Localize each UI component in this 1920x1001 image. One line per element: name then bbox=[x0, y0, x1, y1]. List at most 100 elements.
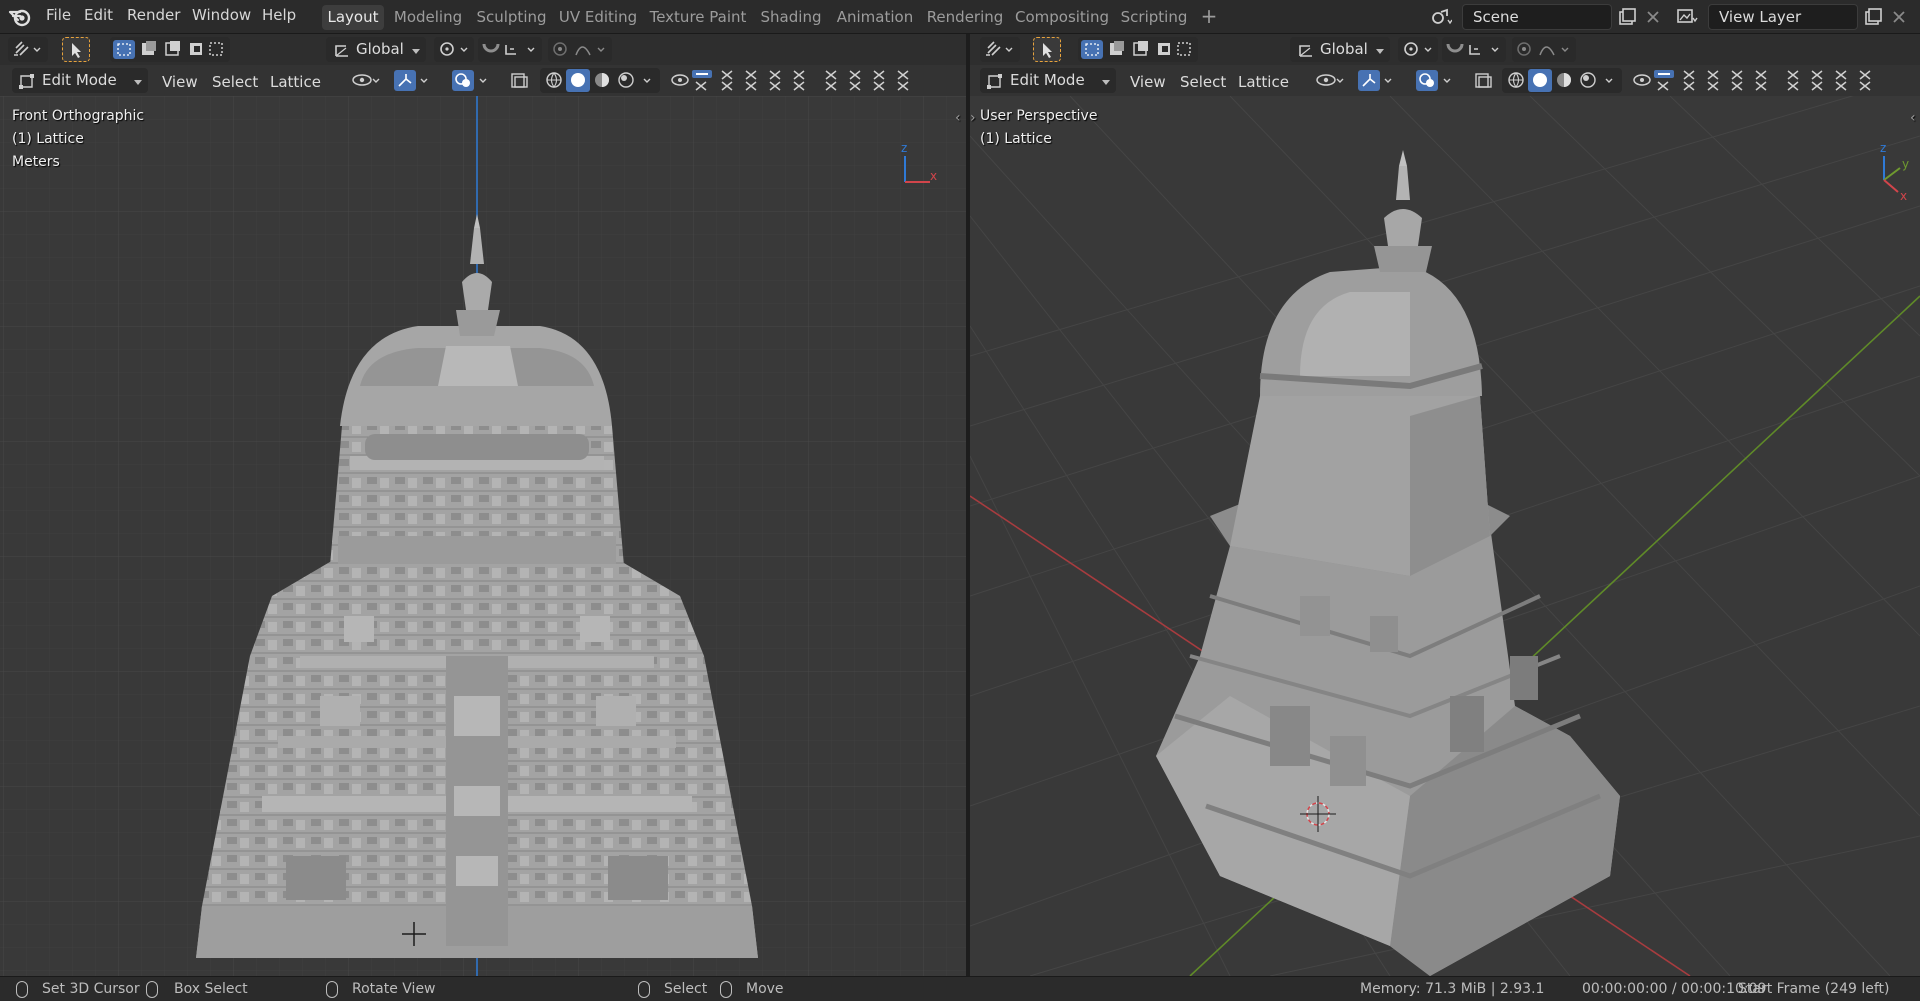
menu-view[interactable]: View bbox=[1130, 73, 1166, 91]
status-drag: Box Select bbox=[174, 981, 248, 997]
gizmo-x-label: x bbox=[930, 169, 937, 183]
rendered-shading-icon bbox=[1580, 72, 1596, 88]
expand-sidebar-arrow-icon[interactable]: › bbox=[970, 110, 976, 126]
lattice-display-toggles[interactable] bbox=[668, 68, 958, 93]
collapse-sidebar-arrow-icon[interactable]: ‹ bbox=[955, 110, 961, 126]
tab-rendering[interactable]: Rendering bbox=[925, 5, 1005, 30]
proportional-edit-icon bbox=[1517, 42, 1569, 56]
shading-mode-group[interactable] bbox=[540, 68, 660, 93]
orientation-label: Global bbox=[356, 40, 404, 58]
snap-group[interactable] bbox=[1442, 37, 1506, 62]
menu-help[interactable]: Help bbox=[260, 6, 298, 24]
scene-field[interactable]: Scene bbox=[1462, 4, 1612, 30]
axis-gizmo[interactable]: z y x bbox=[1880, 141, 1909, 203]
select-tool-button[interactable] bbox=[1033, 37, 1061, 62]
status-left-click: Set 3D Cursor bbox=[42, 981, 140, 997]
proportional-edit-group[interactable] bbox=[1512, 37, 1576, 62]
viewport-user-perspective[interactable]: Global Edit Mode View Select Lattice z y… bbox=[970, 34, 1920, 976]
menu-edit[interactable]: Edit bbox=[82, 6, 115, 24]
close-scene-icon[interactable] bbox=[1642, 6, 1664, 28]
temple-model-perspective bbox=[1156, 150, 1620, 976]
new-view-layer-icon[interactable] bbox=[1862, 6, 1884, 28]
proportional-edit-icon bbox=[553, 42, 605, 56]
viewport-header: Edit Mode View Select Lattice bbox=[970, 65, 1920, 96]
orientation-label: Global bbox=[1320, 40, 1368, 58]
object-label: (1) Lattice bbox=[12, 131, 84, 147]
view-layer-field[interactable]: View Layer bbox=[1708, 4, 1858, 30]
mouse-left-icon bbox=[16, 981, 28, 998]
add-workspace-button[interactable]: + bbox=[1198, 5, 1220, 30]
wireframe-shading-icon bbox=[546, 72, 562, 88]
rendered-shading-icon bbox=[618, 72, 634, 88]
menu-lattice[interactable]: Lattice bbox=[270, 73, 321, 91]
object-label: (1) Lattice bbox=[980, 131, 1052, 147]
overlay-toggles[interactable] bbox=[1314, 68, 1494, 93]
shading-mode-group[interactable] bbox=[1502, 68, 1622, 93]
viewport-header: Edit Mode View Select Lattice bbox=[0, 65, 966, 96]
tool-header: Global bbox=[970, 34, 1920, 65]
gizmo-z-label: z bbox=[1880, 141, 1886, 155]
tab-animation[interactable]: Animation bbox=[834, 5, 916, 30]
mouse-left-select-icon bbox=[638, 981, 650, 998]
proportional-edit-group[interactable] bbox=[548, 37, 612, 62]
visibility-icon bbox=[352, 74, 380, 86]
eye-icon bbox=[1633, 74, 1651, 86]
tab-compositing[interactable]: Compositing bbox=[1014, 5, 1110, 30]
scene-icon[interactable] bbox=[1430, 6, 1452, 28]
snap-group[interactable] bbox=[478, 37, 542, 62]
pivot-icon bbox=[1404, 42, 1432, 56]
gizmo-z-label: z bbox=[901, 141, 907, 155]
tab-modeling[interactable]: Modeling bbox=[393, 5, 463, 30]
menu-render[interactable]: Render bbox=[125, 6, 182, 24]
tab-uv-editing[interactable]: UV Editing bbox=[558, 5, 638, 30]
tab-layout[interactable]: Layout bbox=[322, 5, 384, 30]
select-tool-button[interactable] bbox=[62, 37, 90, 62]
perspective-view-canvas[interactable]: z y x bbox=[970, 96, 1920, 976]
selection-mode-group bbox=[110, 37, 230, 62]
units-label: Meters bbox=[12, 154, 60, 170]
cursor-arrow-icon bbox=[72, 43, 81, 58]
editor-type-button[interactable] bbox=[980, 37, 1020, 62]
viewport-front-orthographic[interactable]: Global Edit Mode View Select Lattice z x… bbox=[0, 34, 966, 976]
pivot-point-dropdown[interactable] bbox=[434, 37, 474, 62]
mode-label: Edit Mode bbox=[1010, 71, 1085, 89]
axis-editor-icon bbox=[986, 41, 1013, 56]
tab-scripting[interactable]: Scripting bbox=[1118, 5, 1190, 30]
chevron-down-icon bbox=[134, 80, 142, 85]
pivot-icon bbox=[440, 42, 468, 56]
menu-file[interactable]: File bbox=[44, 6, 73, 24]
blender-logo-icon[interactable] bbox=[8, 6, 32, 28]
new-scene-icon[interactable] bbox=[1616, 6, 1638, 28]
memory-readout: Memory: 71.3 MiB | 2.93.1 bbox=[1360, 981, 1545, 997]
gizmo-x-label: x bbox=[1900, 189, 1907, 203]
chevron-down-icon bbox=[1102, 80, 1110, 85]
tab-texture-paint[interactable]: Texture Paint bbox=[648, 5, 748, 30]
overlay-toggles[interactable] bbox=[350, 68, 530, 93]
editor-type-button[interactable] bbox=[8, 37, 48, 62]
transform-orientation-dropdown[interactable]: Global bbox=[1290, 37, 1390, 62]
menu-view[interactable]: View bbox=[162, 73, 198, 91]
mode-dropdown[interactable]: Edit Mode bbox=[980, 68, 1116, 93]
menu-select[interactable]: Select bbox=[212, 73, 258, 91]
tab-shading[interactable]: Shading bbox=[757, 5, 825, 30]
collapse-sidebar-arrow-icon[interactable]: ‹ bbox=[1910, 110, 1916, 126]
pivot-point-dropdown[interactable] bbox=[1398, 37, 1438, 62]
close-view-layer-icon[interactable] bbox=[1888, 6, 1910, 28]
status-bar: Set 3D Cursor Box Select Rotate View Sel… bbox=[0, 976, 1920, 1001]
menu-lattice[interactable]: Lattice bbox=[1238, 73, 1289, 91]
edit-mode-icon bbox=[987, 74, 1002, 89]
status-move: Move bbox=[746, 981, 784, 997]
menu-window[interactable]: Window bbox=[190, 6, 253, 24]
mouse-middle-icon bbox=[326, 981, 338, 998]
gizmo-y-label: y bbox=[1902, 157, 1909, 171]
transform-orientation-dropdown[interactable]: Global bbox=[326, 37, 426, 62]
front-view-canvas[interactable]: z x bbox=[0, 96, 966, 976]
start-frame-readout: Start Frame (249 left) bbox=[1738, 981, 1890, 997]
menu-select[interactable]: Select bbox=[1180, 73, 1226, 91]
chevron-down-icon bbox=[412, 49, 420, 54]
mode-label: Edit Mode bbox=[42, 71, 117, 89]
view-layer-icon[interactable] bbox=[1676, 6, 1698, 28]
tab-sculpting[interactable]: Sculpting bbox=[474, 5, 549, 30]
mode-dropdown[interactable]: Edit Mode bbox=[12, 68, 148, 93]
lattice-display-toggles[interactable] bbox=[1630, 68, 1915, 93]
